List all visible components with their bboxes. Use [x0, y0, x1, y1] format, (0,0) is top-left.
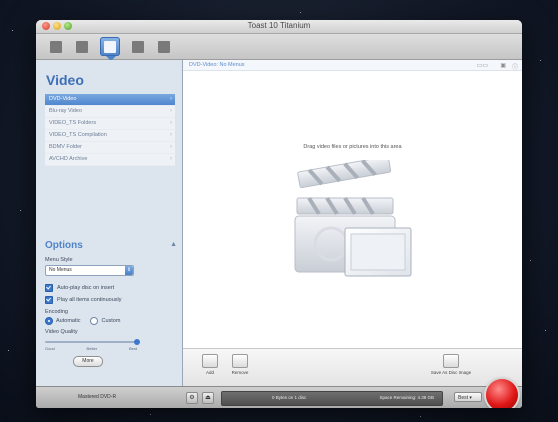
- chevron-right-icon: ›: [170, 132, 172, 138]
- tab-video[interactable]: [100, 37, 120, 56]
- encoding-automatic-label: Automatic: [56, 318, 81, 324]
- save-disc-image-label: Save As Disc Image: [430, 370, 472, 375]
- chevron-right-icon: ›: [170, 108, 172, 114]
- sidebar-item-bdmv-folder[interactable]: BDMV Folder ›: [45, 142, 175, 154]
- disc-info-icon[interactable]: ▣: [500, 62, 506, 69]
- chevron-right-icon: ›: [170, 144, 172, 150]
- remove-label: Remove: [231, 370, 249, 375]
- speed-value: Best: [458, 395, 469, 401]
- eject-icon[interactable]: ⏏: [202, 392, 214, 404]
- remove-icon: [232, 354, 248, 368]
- collapse-arrow-icon[interactable]: ▲: [170, 241, 177, 248]
- bottom-action-bar: Add Remove Save As Disc Image: [183, 348, 522, 387]
- sidebar-item-video-ts-folders[interactable]: VIDEO_TS Folders ›: [45, 118, 175, 130]
- settings-gear-icon[interactable]: ⚙: [186, 392, 198, 404]
- chevron-right-icon: ›: [170, 156, 172, 162]
- window-title: Toast 10 Titanium: [247, 21, 311, 30]
- video-quality-label: Video Quality: [45, 329, 78, 335]
- remove-button[interactable]: Remove: [229, 354, 251, 375]
- sidebar-item-label: VIDEO_TS Folders: [49, 120, 97, 126]
- encoding-radio-group: Automatic Custom: [45, 317, 177, 325]
- status-bar: Mastered DVD-R ⚙ ⏏ 0 Bytes on 1 disc Spa…: [36, 379, 522, 408]
- encoding-automatic-radio[interactable]: [45, 317, 53, 325]
- disc-image-icon: [443, 354, 459, 368]
- tab-audio[interactable]: [72, 37, 92, 56]
- capacity-bar: 0 Bytes on 1 disc Space Remaining: 4.38 …: [221, 391, 443, 406]
- app-window: Toast 10 Titanium Video DVD-Video › Blu-r…: [36, 20, 522, 408]
- project-type-list: DVD-Video › Blu-ray Video › VIDEO_TS Folde…: [45, 94, 175, 166]
- tick-better: Better: [86, 346, 98, 351]
- tab-data[interactable]: [46, 37, 66, 56]
- slider-track: [45, 341, 137, 343]
- menu-style-label: Menu Style: [45, 257, 73, 263]
- tab-copy[interactable]: [128, 37, 148, 56]
- burn-button[interactable]: [486, 379, 518, 408]
- sidebar-item-label: Blu-ray Video: [49, 108, 82, 114]
- add-label: Add: [205, 370, 214, 375]
- options-title: Options: [45, 240, 83, 251]
- more-button[interactable]: More: [73, 356, 103, 367]
- copy-icon: [132, 40, 144, 53]
- sidebar-item-label: BDMV Folder: [49, 144, 83, 150]
- category-toolbar: [36, 34, 522, 61]
- encoding-custom-label: Custom: [101, 318, 121, 324]
- clapperboard-icon: [294, 160, 412, 277]
- convert-icon: [158, 40, 170, 53]
- chevron-right-icon: ›: [170, 120, 172, 126]
- save-disc-image-button[interactable]: Save As Disc Image: [429, 354, 473, 375]
- space-remaining: Space Remaining: 4.38 GB: [379, 395, 434, 400]
- drop-hint: Drag video files or pictures into this a…: [303, 144, 402, 150]
- sidebar-heading: Video: [46, 72, 84, 88]
- encoding-label: Encoding: [45, 309, 68, 315]
- speed-select[interactable]: Best ▾: [454, 392, 482, 402]
- project-path: DVD-Video: No Menus: [189, 62, 245, 68]
- encoding-custom-radio[interactable]: [90, 317, 99, 325]
- select-arrows-icon: ⇕: [125, 266, 133, 275]
- info-icon[interactable]: ⓘ: [512, 62, 518, 71]
- tick-best: Best: [128, 346, 137, 351]
- auto-play-label: Auto-play disc on insert: [57, 285, 115, 291]
- quality-ticks: Good Better Best: [45, 346, 137, 351]
- sidebar: Video DVD-Video › Blu-ray Video › VIDEO_TS…: [36, 60, 183, 386]
- checkbox-checked-icon: [45, 284, 53, 292]
- checkbox-checked-icon: [45, 296, 53, 304]
- options-header[interactable]: Options ▲: [45, 240, 177, 251]
- title-bar: Toast 10 Titanium: [36, 20, 522, 34]
- sidebar-item-blu-ray-video[interactable]: Blu-ray Video ›: [45, 106, 175, 118]
- tick-good: Good: [45, 346, 55, 351]
- audio-icon: [76, 40, 88, 53]
- auto-play-checkbox[interactable]: Auto-play disc on insert: [45, 284, 177, 292]
- capacity-text: 0 Bytes on 1 disc: [272, 395, 307, 400]
- menu-style-select[interactable]: No Menus ⇕: [45, 265, 134, 276]
- sidebar-item-avchd-archive[interactable]: AVCHD Archive ›: [45, 154, 175, 166]
- content-area[interactable]: DVD-Video: No Menus ▭▭ ▣ ⓘ Drag video fi…: [183, 60, 522, 348]
- video-icon: [104, 40, 116, 53]
- menu-style-value: No Menus: [49, 267, 72, 273]
- sidebar-item-label: DVD-Video: [49, 96, 77, 102]
- sidebar-item-label: VIDEO_TS Compilation: [49, 132, 107, 138]
- slider-knob[interactable]: [134, 339, 140, 345]
- chevron-right-icon: ›: [170, 96, 172, 102]
- play-all-label: Play all items continuously: [57, 297, 122, 303]
- play-all-checkbox[interactable]: Play all items continuously: [45, 296, 177, 304]
- video-quality-slider[interactable]: [45, 339, 140, 345]
- disc-type[interactable]: Mastered DVD-R: [78, 394, 116, 400]
- view-toggle-icon[interactable]: ▭▭: [477, 62, 488, 69]
- add-button[interactable]: Add: [199, 354, 221, 375]
- sidebar-item-video-ts-compilation[interactable]: VIDEO_TS Compilation ›: [45, 130, 175, 142]
- sidebar-item-dvd-video[interactable]: DVD-Video ›: [45, 94, 175, 106]
- data-icon: [50, 40, 62, 53]
- add-icon: [202, 354, 218, 368]
- path-bar: DVD-Video: No Menus ▭▭ ▣ ⓘ: [183, 60, 522, 71]
- options-panel: Options ▲ Menu Style No Menus ⇕ Auto-pla…: [45, 240, 177, 367]
- tab-convert[interactable]: [154, 37, 174, 56]
- sidebar-item-label: AVCHD Archive: [49, 156, 88, 162]
